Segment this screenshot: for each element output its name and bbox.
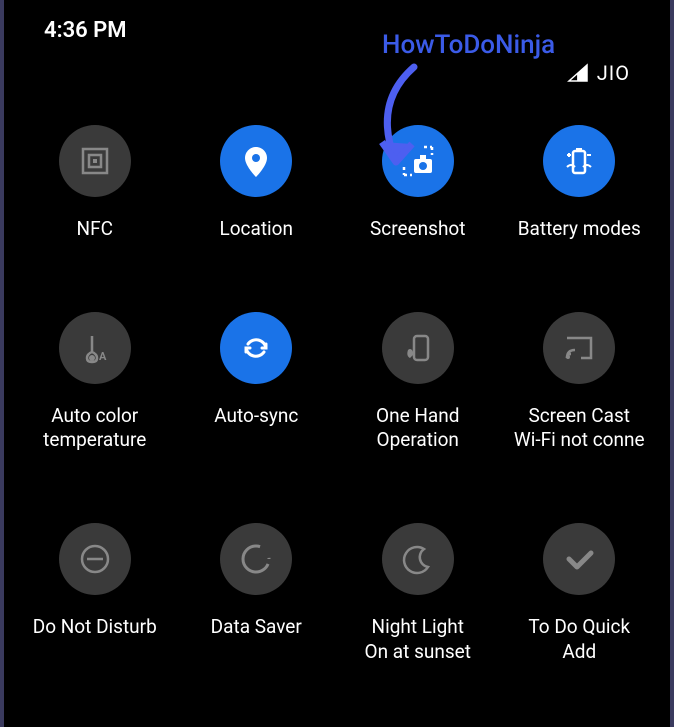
- annotation-arrow-icon: [334, 62, 434, 172]
- quick-settings-grid: NFC Location Screenshot: [4, 105, 670, 664]
- annotation-text: HowToDoNinja: [382, 30, 555, 60]
- location-icon: [220, 125, 292, 197]
- svg-text:A: A: [99, 350, 107, 363]
- tile-label: Screen Cast Wi-Fi not conne: [514, 404, 645, 453]
- tile-battery-modes[interactable]: Battery modes: [499, 125, 661, 242]
- tile-label: Auto-sync: [214, 404, 298, 429]
- tile-do-not-disturb[interactable]: Do Not Disturb: [14, 523, 176, 664]
- tile-label: Location: [219, 217, 293, 242]
- tile-label: Battery modes: [518, 217, 641, 242]
- cast-icon: [543, 312, 615, 384]
- tile-label: Night Light On at sunset: [365, 615, 471, 664]
- onehand-icon: [382, 312, 454, 384]
- dnd-icon: [59, 523, 131, 595]
- todo-icon: [543, 523, 615, 595]
- tile-location[interactable]: Location: [176, 125, 338, 242]
- tile-label: Do Not Disturb: [33, 615, 157, 640]
- status-bar: 4:36 PM: [4, 0, 670, 53]
- status-time: 4:36 PM: [44, 18, 127, 43]
- signal-icon: [567, 63, 589, 83]
- datasaver-icon: [220, 523, 292, 595]
- tile-label: Screenshot: [370, 217, 465, 242]
- tile-label: One Hand Operation: [376, 404, 459, 453]
- carrier-label: JIO: [597, 61, 630, 85]
- nightlight-icon: [382, 523, 454, 595]
- sync-icon: [220, 312, 292, 384]
- tile-night-light[interactable]: Night Light On at sunset: [337, 523, 499, 664]
- battery-icon: [543, 125, 615, 197]
- tile-auto-color-temperature[interactable]: A Auto color temperature: [14, 312, 176, 453]
- tile-data-saver[interactable]: Data Saver: [176, 523, 338, 664]
- thermometer-icon: A: [59, 312, 131, 384]
- tile-label: To Do Quick Add: [528, 615, 630, 664]
- tile-label: Data Saver: [211, 615, 302, 640]
- tile-one-hand-operation[interactable]: One Hand Operation: [337, 312, 499, 453]
- tile-auto-sync[interactable]: Auto-sync: [176, 312, 338, 453]
- tile-todo-quick-add[interactable]: To Do Quick Add: [499, 523, 661, 664]
- tile-nfc[interactable]: NFC: [14, 125, 176, 242]
- tile-screen-cast[interactable]: Screen Cast Wi-Fi not conne: [499, 312, 661, 453]
- tile-label: NFC: [77, 217, 113, 242]
- tile-label: Auto color temperature: [43, 404, 146, 453]
- nfc-icon: [59, 125, 131, 197]
